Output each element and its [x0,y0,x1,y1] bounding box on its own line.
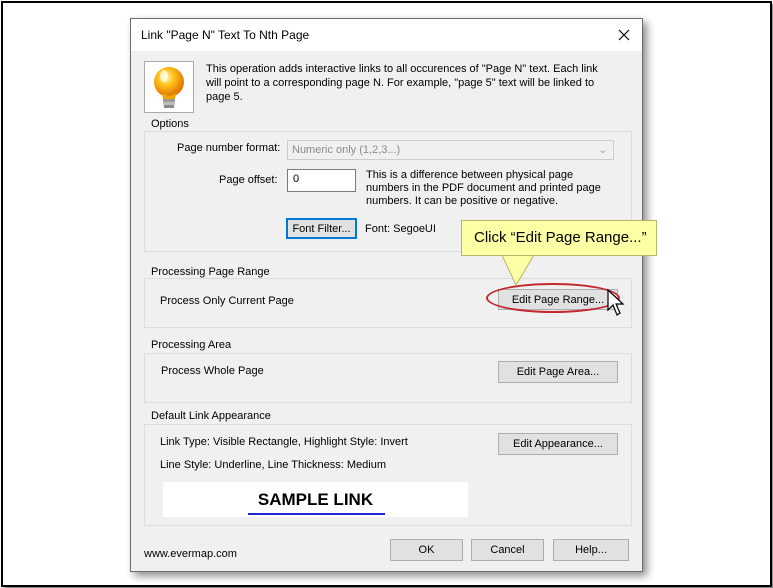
sample-link-text: SAMPLE LINK [257,490,374,509]
sample-link-preview: SAMPLE LINK [163,482,468,517]
font-filter-button[interactable]: Font Filter... [286,218,357,239]
close-icon[interactable] [614,25,634,45]
callout-tooltip: Click “Edit Page Range...” [461,220,657,256]
lightbulb-icon [144,61,194,113]
dialog-title: Link "Page N" Text To Nth Page [141,28,310,42]
link-type-text: Link Type: Visible Rectangle, Highlight … [160,436,408,448]
processing-area-group-title: Processing Area [149,339,234,351]
page-offset-input[interactable]: 0 [287,169,356,192]
cancel-button[interactable]: Cancel [471,539,544,561]
edit-page-area-button[interactable]: Edit Page Area... [498,361,618,383]
page-range-status: Process Only Current Page [160,295,294,307]
info-description: This operation adds interactive links to… [206,63,598,103]
processing-area-status: Process Whole Page [161,365,264,377]
page-offset-hint: This is a difference between physical pa… [366,169,601,207]
line-style-text: Line Style: Underline, Line Thickness: M… [160,459,387,471]
edit-appearance-button[interactable]: Edit Appearance... [498,433,618,455]
page-number-format-select[interactable]: Numeric only (1,2,3...) ⌄ [287,140,614,160]
page-number-format-label: Page number format: [177,142,281,154]
website-label: www.evermap.com [144,548,237,560]
mouse-pointer-icon [607,289,625,316]
callout-pointer [501,255,535,287]
font-label: Font: SegoeUI [365,223,436,235]
sample-link-underline [248,513,385,515]
page-range-group-title: Processing Page Range [149,266,272,278]
page-offset-label: Page offset: [219,174,278,186]
chevron-down-icon: ⌄ [598,145,607,156]
page-number-format-value: Numeric only (1,2,3...) [292,144,401,156]
help-button[interactable]: Help... [553,539,629,561]
title-bar: Link "Page N" Text To Nth Page [131,19,642,51]
link-appearance-group-title: Default Link Appearance [149,410,273,422]
ok-button[interactable]: OK [390,539,463,561]
options-group-title: Options [149,118,191,130]
